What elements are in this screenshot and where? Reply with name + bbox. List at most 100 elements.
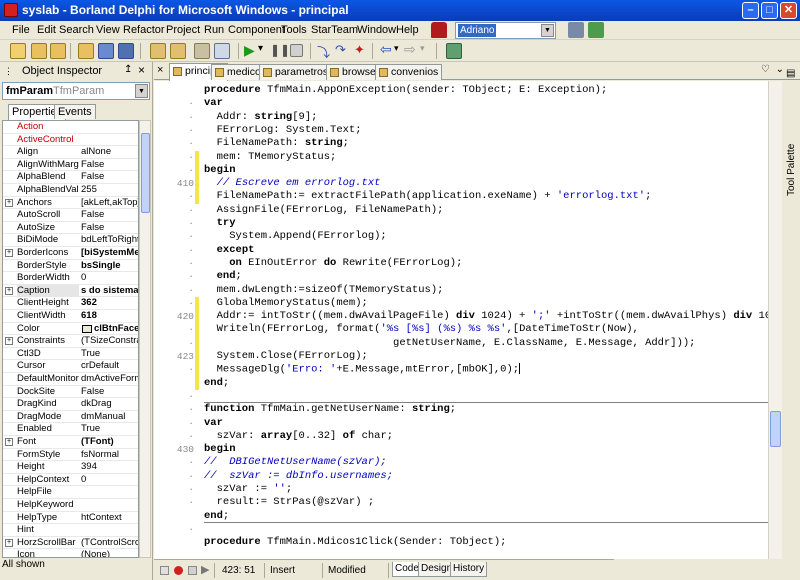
code-line[interactable]: FErrorLog: System.Text; [204,124,362,137]
property-row[interactable]: HelpFile [3,486,138,499]
view-form-icon[interactable] [170,43,186,59]
property-value[interactable]: (TControlScrollB [81,537,138,549]
property-value[interactable]: (TSizeConstrai [81,335,138,347]
property-value[interactable]: 394 [81,461,138,473]
heart-icon[interactable]: ♡ [761,64,770,75]
property-value[interactable]: False [81,386,138,398]
code-text[interactable]: procedure TfmMain.AppOnException(sender:… [204,81,768,559]
property-row[interactable]: Hint [3,524,138,537]
new-file-icon[interactable] [10,43,26,59]
property-value[interactable]: False [81,159,138,171]
code-line[interactable]: szVar: array[0..32] of char; [204,430,393,443]
menu-starteam[interactable]: StarTeam [311,24,358,36]
property-row[interactable]: Align alNone [3,146,138,159]
expand-icon[interactable]: + [5,249,13,257]
property-row[interactable]: AlphaBlend False [3,171,138,184]
property-row[interactable]: DragMode dmManual [3,411,138,424]
code-line[interactable]: // szVar := dbInfo.usernames; [204,470,393,483]
code-line[interactable]: // Escreve em errorlog.txt [204,177,381,190]
code-editor[interactable]: · · · · · · 410 · · · · · · · · · 420 · · 423 · · · · · 430 · · · · · … [154,81,768,559]
property-row[interactable]: + BorderIcons [biSystemMe [3,247,138,260]
step-over-icon[interactable]: ↷ [335,42,346,58]
code-line[interactable]: mem.dwLength:=sizeOf(TMemoryStatus); [204,284,444,297]
property-row[interactable]: AlignWithMarginsFalse [3,159,138,172]
menu-component[interactable]: Component [228,24,285,36]
property-row[interactable]: AlphaBlendValue255 [3,184,138,197]
property-value[interactable]: True [81,423,138,435]
property-row[interactable]: + Anchors [akLeft,akTop] [3,197,138,210]
property-row[interactable]: FormStyle fsNormal [3,449,138,462]
property-value[interactable]: 255 [81,184,138,196]
code-line[interactable]: begin [204,443,236,456]
stop-icon[interactable] [188,566,197,575]
property-value[interactable]: 618 [81,310,138,322]
property-value[interactable]: False [81,222,138,234]
code-line[interactable]: procedure TfmMain.AppOnException(sender:… [204,84,607,97]
scrollbar-thumb[interactable] [141,133,150,213]
close-tab-icon[interactable]: × [157,64,163,76]
expand-icon[interactable]: + [5,286,13,295]
chevron-down-icon[interactable]: ▼ [135,84,148,98]
code-line[interactable]: function TfmMain.getNetUserName: string; [204,403,456,416]
property-row[interactable]: + Font (TFont) [3,436,138,449]
tab-convenios[interactable]: convenios [375,64,443,80]
desktop-layout-select[interactable]: Adriano ▼ [455,22,556,39]
property-row[interactable]: DragKind dkDrag [3,398,138,411]
code-line[interactable]: end; [204,377,229,390]
property-row[interactable]: Height 394 [3,461,138,474]
code-line[interactable]: Addr:= intToStr((mem.dwAvailPageFile) di… [204,310,768,323]
code-line[interactable]: result:= StrPas(@szVar) ; [204,496,375,509]
tab-parametros[interactable]: parametros [259,64,333,80]
property-row[interactable]: Color clBtnFace [3,323,138,336]
property-value[interactable]: (None) [81,549,138,557]
property-row[interactable]: ClientWidth 618 [3,310,138,323]
property-row[interactable]: DockSite False [3,386,138,399]
object-selector[interactable]: fmParam TfmParam ▼ [2,82,150,100]
person-icon[interactable] [431,22,447,38]
menu-search[interactable]: Search [59,24,94,36]
record-macro-icon[interactable] [160,566,169,575]
code-line[interactable]: end; [204,270,242,283]
menu-refactor[interactable]: Refactor [123,24,165,36]
property-value[interactable]: alNone [81,146,138,158]
property-row[interactable]: Icon (None) [3,549,138,557]
property-value[interactable]: dmManual [81,411,138,423]
menu-help[interactable]: Help [396,24,419,36]
code-line[interactable]: System.Close(FErrorLog); [204,350,368,363]
expand-icon[interactable]: + [5,198,13,207]
code-line[interactable]: Addr: string[9]; [204,111,318,124]
chevron-down-icon[interactable]: ▼ [541,24,554,37]
property-row[interactable]: Ctl3D True [3,348,138,361]
component-icon[interactable] [446,43,462,59]
minimize-button[interactable]: – [742,2,759,19]
code-line[interactable]: mem: TMemoryStatus; [204,151,337,164]
property-row[interactable]: AutoSize False [3,222,138,235]
property-row[interactable]: + Caption s do sistema [3,284,138,298]
tab-events[interactable]: Events [54,104,96,119]
code-line[interactable]: MessageDlg('Erro: '+E.Message,mtError,[m… [204,363,521,376]
save-desktop-icon[interactable] [568,22,584,38]
code-line[interactable]: begin [204,164,236,177]
code-line[interactable]: AssignFile(FErrorLog, FileNamePath); [204,204,444,217]
save-all-icon[interactable] [118,43,134,59]
expand-icon[interactable]: + [5,538,13,547]
program-reset-icon[interactable] [290,44,303,57]
property-value[interactable]: 0 [81,272,138,284]
code-line[interactable]: except [204,244,255,257]
property-value[interactable]: dkDrag [81,398,138,410]
menu-edit[interactable]: Edit [37,24,56,36]
property-value[interactable]: clBtnFace [81,323,138,335]
code-line[interactable]: Writeln(FErrorLog, format('%s [%s] (%s) … [204,323,639,336]
back-arrow-icon[interactable]: ⇦ [380,41,392,58]
property-value[interactable]: 362 [81,297,138,309]
property-row[interactable]: HelpKeyword [3,499,138,512]
play-macro-icon[interactable]: ▶ [201,563,209,576]
property-row[interactable]: + Constraints (TSizeConstrai [3,335,138,348]
property-row[interactable]: HelpContext 0 [3,474,138,487]
back-dropdown-icon[interactable]: ▾ [394,43,399,54]
property-row[interactable]: HelpType htContext [3,512,138,525]
set-debug-desktop-icon[interactable] [588,22,604,38]
code-line[interactable]: procedure TfmMain.Mdicos1Click(Sender: T… [204,536,506,549]
property-value[interactable]: bdLeftToRight [81,234,138,246]
run-icon[interactable]: ▶ [244,42,255,59]
